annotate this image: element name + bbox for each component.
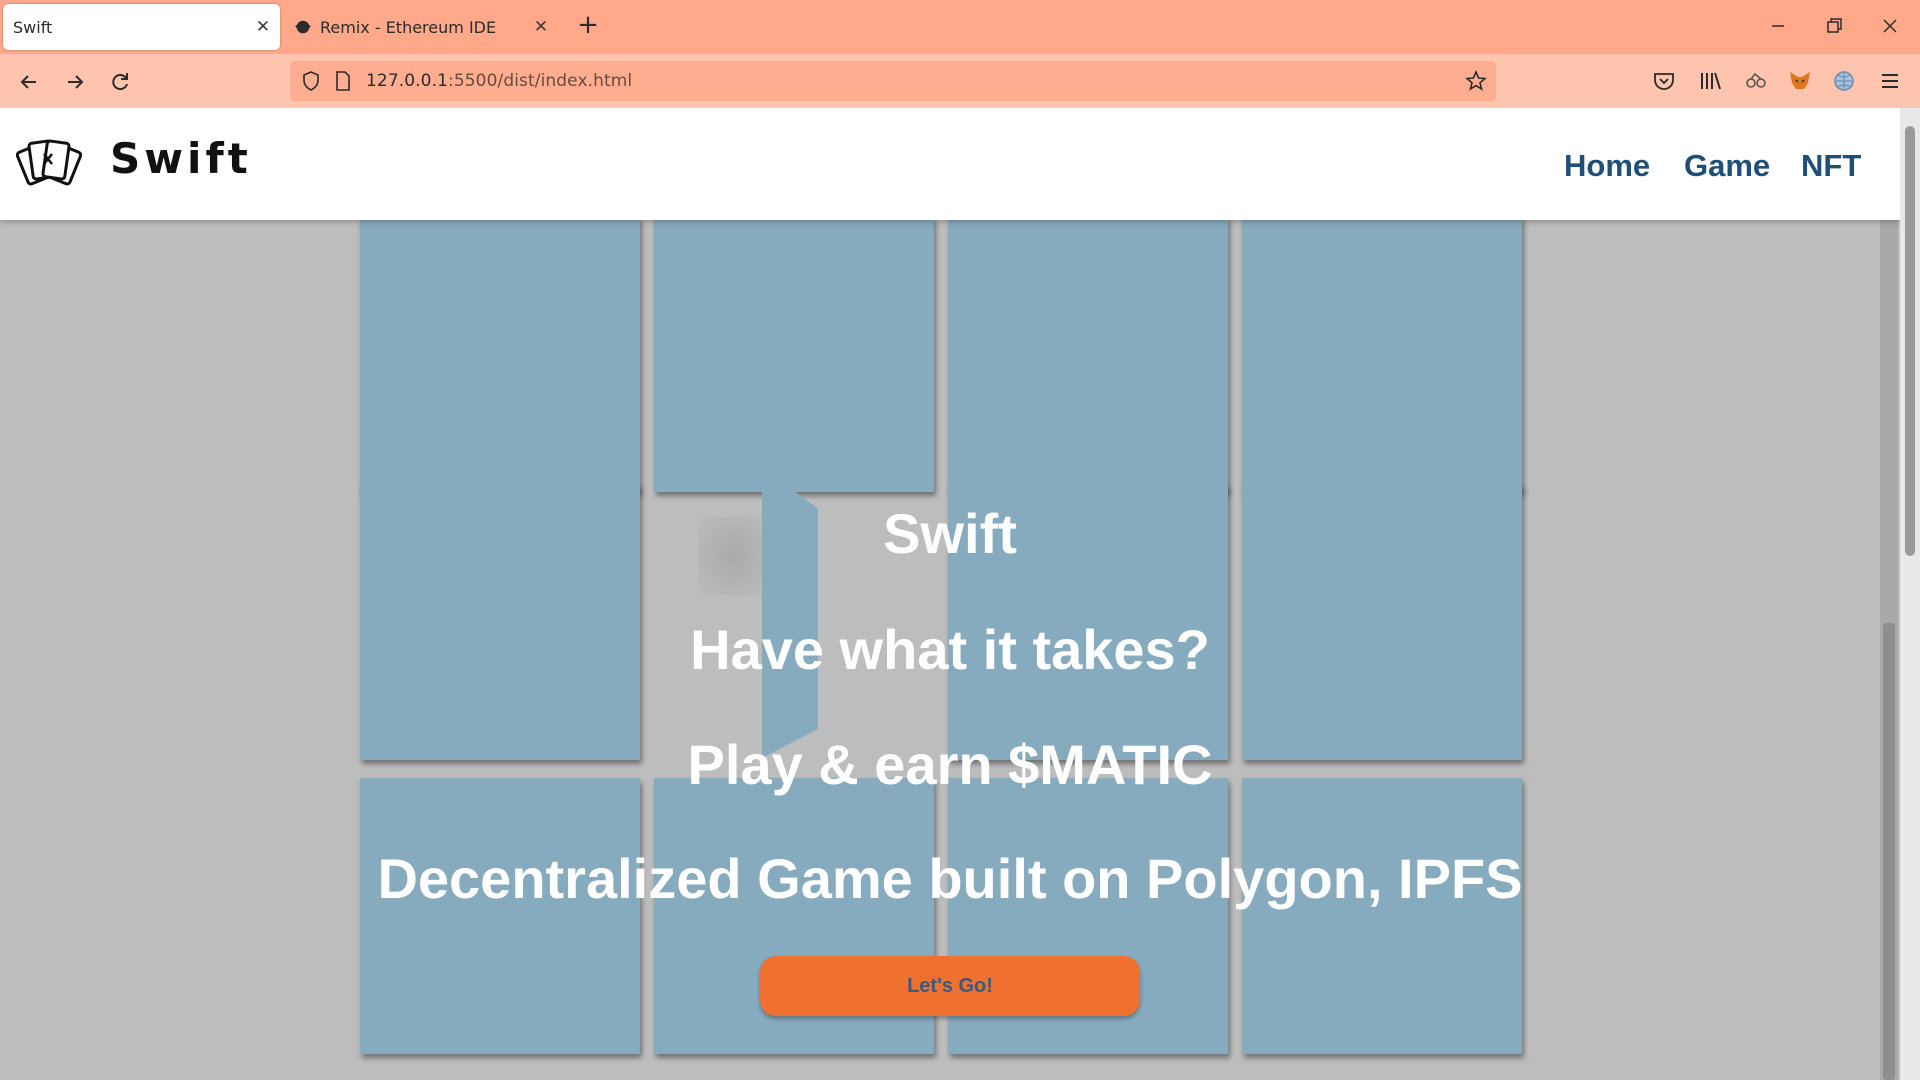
extension-icon[interactable]: [1742, 67, 1770, 95]
game-card: [948, 216, 1228, 492]
url-text[interactable]: 127.0.0.1:5500/dist/index.html: [366, 71, 632, 91]
close-icon[interactable]: ✕: [246, 17, 280, 37]
hero-description: Decentralized Game built on Polygon, IPF…: [377, 847, 1523, 910]
back-icon[interactable]: [14, 67, 44, 97]
globe-icon[interactable]: [1830, 67, 1858, 95]
library-icon[interactable]: [1696, 67, 1724, 95]
url-host: 127.0.0.1: [366, 71, 449, 91]
hero-subtitle: Play & earn $MATIC: [687, 733, 1213, 796]
tab-label: Remix - Ethereum IDE: [320, 17, 497, 37]
metamask-icon[interactable]: [1786, 67, 1814, 95]
page-viewport: Swift Home Game NFT Swift Have what it t…: [0, 108, 1900, 1080]
bookmark-star-icon[interactable]: [1464, 69, 1488, 93]
browser-scrollbar[interactable]: [1900, 108, 1920, 1080]
game-card: [360, 778, 640, 1054]
hero-title: Swift: [883, 502, 1017, 565]
remix-icon: [295, 20, 311, 34]
minimize-icon[interactable]: [1764, 12, 1792, 40]
browser-toolbar: 127.0.0.1:5500/dist/index.html: [0, 54, 1920, 108]
site-header: Swift Home Game NFT: [0, 108, 1900, 220]
nav-link-game[interactable]: Game: [1684, 148, 1770, 184]
url-path: :5500/dist/index.html: [448, 71, 633, 91]
shield-icon[interactable]: [300, 70, 322, 92]
game-card: [360, 216, 640, 492]
game-card: [654, 216, 934, 492]
close-icon[interactable]: ✕: [524, 17, 558, 37]
hero-tagline: Have what it takes?: [690, 618, 1210, 681]
site-brand: Swift: [110, 134, 252, 183]
game-card: [1242, 778, 1522, 1054]
tab-label: Swift: [13, 17, 53, 37]
page-icon[interactable]: [334, 70, 352, 92]
tab-remix[interactable]: Remix - Ethereum IDE ✕: [288, 4, 558, 50]
page-scrollbar[interactable]: [1880, 108, 1898, 1080]
window-close-icon[interactable]: [1876, 12, 1904, 40]
new-tab-button[interactable]: +: [572, 10, 604, 42]
address-bar[interactable]: 127.0.0.1:5500/dist/index.html: [290, 61, 1496, 101]
nav-link-nft[interactable]: NFT: [1801, 148, 1861, 184]
nav-link-home[interactable]: Home: [1564, 148, 1650, 184]
tab-swift[interactable]: Swift ✕: [3, 4, 280, 50]
reload-icon[interactable]: [105, 67, 135, 97]
browser-tab-bar: Swift ✕ Remix - Ethereum IDE ✕ +: [0, 0, 1920, 54]
cards-logo-icon: [16, 139, 82, 186]
restore-icon[interactable]: [1820, 12, 1848, 40]
forward-icon[interactable]: [60, 67, 90, 97]
menu-icon[interactable]: [1876, 67, 1904, 95]
pocket-icon[interactable]: [1650, 67, 1678, 95]
lets-go-button[interactable]: Let's Go!: [760, 956, 1140, 1016]
game-card: [1242, 216, 1522, 492]
browser-scrollbar-thumb[interactable]: [1905, 126, 1915, 556]
